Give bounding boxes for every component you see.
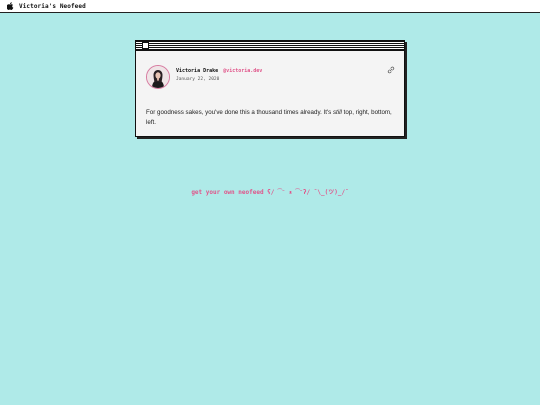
apple-icon[interactable] [7, 2, 14, 10]
post-body: For goodness sakes, you've done this a t… [146, 108, 396, 128]
link-icon[interactable] [387, 66, 395, 74]
close-box-icon[interactable] [142, 42, 149, 49]
author-name: Victoria Drake [176, 68, 219, 74]
author-line: Victoria Drake @victoria.dev [176, 68, 262, 74]
post-date: January 22, 2020 [176, 77, 220, 82]
post-body-emphasis: still [332, 109, 342, 116]
author-handle-link[interactable]: @victoria.dev [223, 68, 262, 74]
post-body-text-start: For goodness sakes, you've done this a t… [146, 109, 333, 116]
menu-bar: Victoria's Neofeed [0, 0, 540, 13]
avatar-portrait-icon [147, 66, 169, 88]
avatar [146, 65, 170, 89]
window-titlebar[interactable] [136, 41, 404, 51]
get-your-own-neofeed-link[interactable]: get your own neofeed ʕ/ ͡ᵔ ᴥ ͡ᵔʔ/ ¯\_(ツ)… [0, 187, 540, 196]
post-window: Victoria Drake @victoria.dev January 22,… [135, 40, 405, 137]
app-title: Victoria's Neofeed [19, 2, 86, 10]
